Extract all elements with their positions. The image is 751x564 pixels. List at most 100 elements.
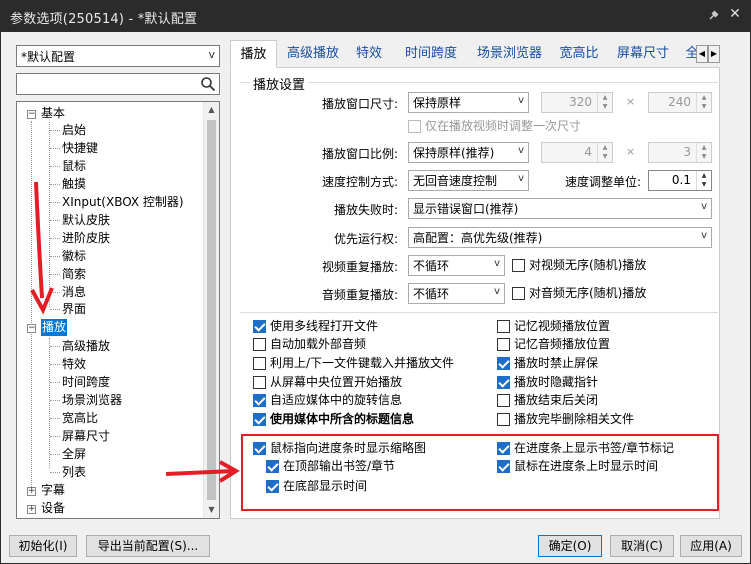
spin-buttons: ▲ ▼ — [696, 171, 711, 190]
option-checkbox[interactable]: 从屏幕中央位置开始播放 — [253, 374, 402, 391]
spin-up-icon[interactable]: ▲ — [697, 93, 711, 102]
checkbox-box — [497, 394, 510, 407]
chevron-down-icon: v — [701, 201, 707, 212]
audio-repeat-combo[interactable]: 不循环 v — [408, 283, 505, 304]
tree-item-aspect-ratio[interactable]: 宽高比 — [62, 410, 98, 427]
search-box — [16, 73, 220, 95]
tab-effects[interactable]: 特效 — [352, 42, 386, 68]
tree-item-hotkeys[interactable]: 快捷键 — [62, 140, 98, 157]
fail-combo[interactable]: 显示错误窗口(推荐) v — [408, 198, 712, 219]
spin-up-icon[interactable]: ▲ — [697, 143, 711, 152]
search-input[interactable] — [17, 74, 192, 94]
tree-item-time-span[interactable]: 时间跨度 — [62, 374, 110, 391]
init-button[interactable]: 初始化(I) — [9, 535, 77, 557]
spin-down-icon[interactable]: ▼ — [697, 152, 711, 161]
tree-item-advanced-playback[interactable]: 高级播放 — [62, 338, 110, 355]
tab-scene-browser[interactable]: 场景浏览器 — [472, 42, 547, 68]
ratio-h-spinner[interactable]: 3 ▲ ▼ — [648, 142, 712, 163]
window-size-combo[interactable]: 保持原样 v — [408, 92, 529, 113]
tree-scrollbar[interactable]: ▲ ▼ — [203, 102, 219, 518]
ratio-label: 播放窗口比例: — [321, 147, 398, 161]
tree-item-playback[interactable]: 播放 — [41, 319, 68, 336]
option-checkbox[interactable]: 使用多线程打开文件 — [253, 318, 378, 335]
export-config-button[interactable]: 导出当前配置(S)... — [86, 535, 210, 557]
tree-item-xinput[interactable]: XInput(XBOX 控制器) — [62, 194, 184, 211]
ratio-combo[interactable]: 保持原样(推荐) v — [408, 142, 529, 163]
adjust-once-checkbox[interactable]: 仅在播放视频时调整一次尺寸 — [408, 118, 581, 135]
tree-item-basic[interactable]: 基本 — [41, 105, 65, 122]
spin-down-icon[interactable]: ▼ — [598, 102, 612, 111]
tab-screen-size[interactable]: 屏幕尺寸 — [612, 42, 674, 68]
spin-buttons: ▲ ▼ — [597, 93, 612, 112]
tree-item-scene-browser[interactable]: 场景浏览器 — [62, 392, 122, 409]
spin-up-icon[interactable]: ▲ — [598, 93, 612, 102]
collapse-icon[interactable]: − — [27, 110, 36, 119]
option-checkbox[interactable]: 自适应媒体中的旋转信息 — [253, 392, 402, 409]
spin-up-icon[interactable]: ▲ — [697, 171, 711, 180]
collapse-icon[interactable]: − — [27, 324, 36, 333]
spin-up-icon[interactable]: ▲ — [598, 143, 612, 152]
expand-icon[interactable]: + — [27, 487, 36, 496]
scroll-down-icon[interactable]: ▼ — [204, 502, 219, 518]
option-checkbox[interactable]: 自动加载外部音频 — [253, 336, 366, 353]
cancel-button[interactable]: 取消(C) — [610, 535, 674, 557]
height-spinner[interactable]: 240 ▲ ▼ — [648, 92, 712, 113]
option-checkbox[interactable]: 记忆视频播放位置 — [497, 318, 610, 335]
tree-line — [50, 364, 60, 365]
scroll-up-icon[interactable]: ▲ — [204, 102, 219, 118]
pin-icon[interactable] — [707, 8, 721, 22]
option-checkbox[interactable]: 记忆音频播放位置 — [497, 336, 610, 353]
tree-item-screen-size[interactable]: 屏幕尺寸 — [62, 428, 110, 445]
scroll-thumb[interactable] — [207, 120, 216, 500]
tree-item-devices[interactable]: 设备 — [41, 500, 65, 517]
expand-icon[interactable]: + — [27, 505, 36, 514]
option-label: 使用媒体中所含的标题信息 — [270, 412, 415, 426]
spin-down-icon[interactable]: ▼ — [697, 180, 711, 189]
option-checkbox[interactable]: 播放结束后关闭 — [497, 392, 598, 409]
option-label: 播放时隐藏指针 — [514, 375, 599, 389]
speed-mode-value: 无回音速度控制 — [413, 174, 498, 188]
option-checkbox[interactable]: 播放时禁止屏保 — [497, 355, 598, 372]
tab-right-icon[interactable]: ▶ — [708, 45, 720, 63]
option-checkbox[interactable]: 播放时隐藏指针 — [497, 374, 598, 391]
close-icon[interactable]: ✕ — [727, 6, 743, 24]
audio-shuffle-checkbox[interactable]: 对音频无序(随机)播放 — [512, 285, 646, 302]
priority-combo[interactable]: 高配置：高优先级(推荐) v — [408, 227, 712, 248]
width-spinner[interactable]: 320 ▲ ▼ — [541, 92, 613, 113]
tree-item-subtitles[interactable]: 字幕 — [41, 482, 65, 499]
video-repeat-combo[interactable]: 不循环 v — [408, 255, 505, 276]
spin-down-icon[interactable]: ▼ — [598, 152, 612, 161]
annotation-arrow-right — [165, 460, 240, 483]
video-shuffle-checkbox[interactable]: 对视频无序(随机)播放 — [512, 257, 646, 274]
tree-item-startup[interactable]: 启始 — [62, 122, 86, 139]
search-icon[interactable] — [200, 76, 216, 92]
spin-down-icon[interactable]: ▼ — [697, 102, 711, 111]
option-checkbox[interactable]: 利用上/下一文件键载入并播放文件 — [253, 355, 454, 372]
speed-unit-spinner[interactable]: 0.1 ▲ ▼ — [648, 170, 712, 191]
apply-button[interactable]: 应用(A) — [680, 535, 742, 557]
checkbox-box — [253, 320, 266, 333]
tree-item-fullscreen[interactable]: 全屏 — [62, 446, 86, 463]
option-checkbox[interactable]: 使用媒体中所含的标题信息 — [253, 411, 414, 428]
tab-aspect-ratio[interactable]: 宽高比 — [557, 42, 601, 68]
checkbox-box — [512, 259, 525, 272]
tab-playback[interactable]: 播放 — [230, 40, 277, 68]
speed-unit-label: 速度调整单位: — [564, 175, 641, 189]
tree-item-playlist[interactable]: 列表 — [62, 464, 86, 481]
checkbox-box — [497, 357, 510, 370]
tab-time-span[interactable]: 时间跨度 — [401, 42, 461, 68]
title-bar: 参数选项(250514) - *默认配置 ✕ — [0, 0, 751, 32]
profile-select[interactable]: *默认配置 v — [16, 45, 220, 67]
tree-item-effects[interactable]: 特效 — [62, 356, 86, 373]
tab-left-icon[interactable]: ◀ — [696, 45, 708, 63]
ratio-w-spinner[interactable]: 4 ▲ ▼ — [541, 142, 613, 163]
checkbox-box — [497, 376, 510, 389]
ok-button[interactable]: 确定(O) — [538, 535, 602, 557]
option-label: 播放时禁止屏保 — [514, 356, 599, 370]
option-checkbox[interactable]: 播放完毕删除相关文件 — [497, 411, 634, 428]
speed-mode-combo[interactable]: 无回音速度控制 v — [408, 170, 529, 191]
audio-shuffle-label: 对音频无序(随机)播放 — [529, 286, 647, 300]
option-label: 自动加载外部音频 — [270, 337, 367, 351]
tree-line — [50, 382, 60, 383]
tab-advanced-playback[interactable]: 高级播放 — [282, 42, 344, 68]
